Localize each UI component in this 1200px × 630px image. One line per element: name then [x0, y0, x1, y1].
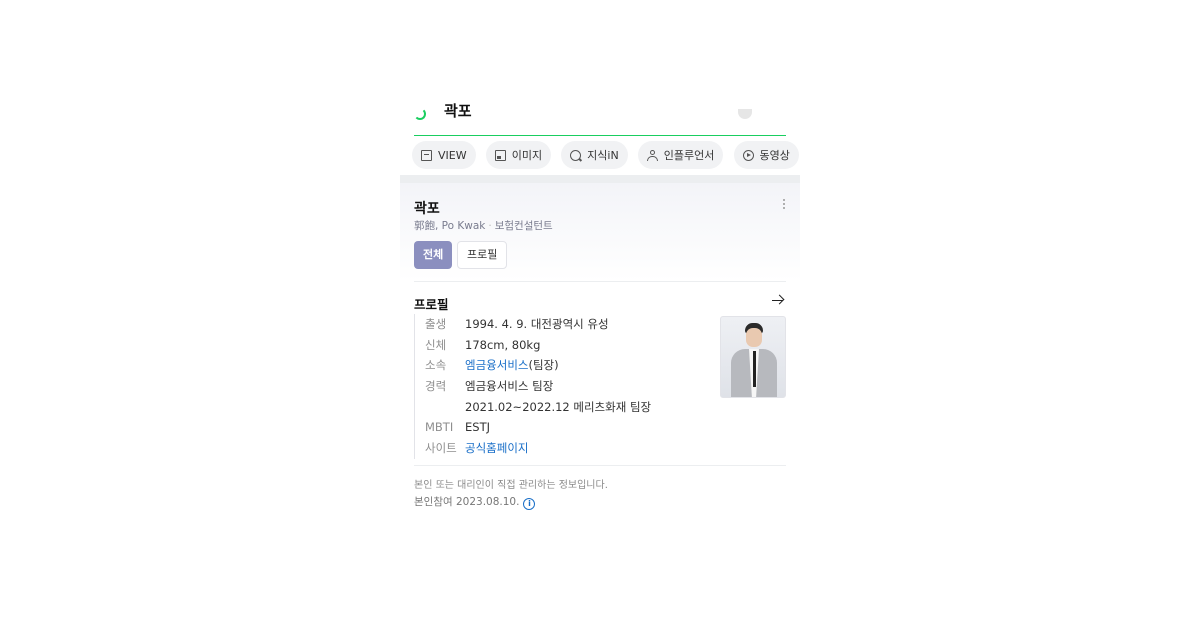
section-separator	[400, 175, 800, 183]
info-row-birth: 출생 1994. 4. 9. 대전광역시 유성	[425, 317, 609, 331]
play-icon	[742, 149, 754, 161]
person-subtitle: 郭飽, Po Kwak · 보험컨설턴트	[414, 220, 553, 232]
tab-influencer[interactable]: 인플루언서	[637, 141, 724, 169]
footer-date: 본인참여 2023.08.10. i	[414, 494, 536, 510]
arrow-right-icon[interactable]	[772, 294, 784, 306]
divider	[414, 465, 786, 466]
chip-profile[interactable]: 프로필	[457, 241, 508, 269]
profile-section-title: 프로필	[414, 297, 449, 312]
divider	[414, 281, 786, 282]
profile-photo[interactable]	[720, 316, 786, 398]
tab-video[interactable]: 동영상	[733, 141, 799, 169]
official-site-link[interactable]: 공식홈페이지	[465, 441, 528, 455]
more-options-icon[interactable]	[783, 199, 786, 211]
person-occupation: 보험컨설턴트	[494, 220, 553, 232]
info-row-mbti: MBTI ESTJ	[425, 420, 490, 435]
document-icon	[421, 149, 432, 161]
search-query[interactable]: 곽포	[444, 102, 472, 120]
footer-note: 본인 또는 대리인이 직접 관리하는 정보입니다.	[414, 480, 608, 491]
info-row-career-2: 2021.02~2022.12 메리츠화재 팀장	[465, 399, 652, 414]
affiliation-link[interactable]: 엠금융서비스	[465, 358, 528, 372]
clear-icon[interactable]	[738, 109, 752, 119]
info-row-body: 신체 178cm, 80kg	[425, 337, 541, 352]
tab-image[interactable]: 이미지	[485, 141, 552, 169]
info-icon[interactable]: i	[523, 498, 536, 510]
search-logo-icon	[414, 108, 426, 120]
search-result-card: 곽포 VIEW 이미지 지식iN 인플루언서 동영상 곽포 郭飽, Po Kwa…	[400, 100, 800, 520]
search-bar[interactable]: 곽포	[414, 100, 786, 136]
question-icon	[570, 149, 582, 161]
info-row-career: 경력 엠금융서비스 팀장	[425, 379, 554, 394]
image-icon	[494, 149, 506, 161]
search-tabs: VIEW 이미지 지식iN 인플루언서 동영상	[412, 141, 800, 169]
chip-all[interactable]: 전체	[414, 241, 453, 269]
info-row-site: 사이트 공식홈페이지	[425, 441, 529, 456]
person-icon	[646, 149, 658, 161]
tab-view[interactable]: VIEW	[412, 141, 476, 169]
info-row-affiliation: 소속 엠금융서비스(팀장)	[425, 358, 559, 373]
profile-header: 곽포 郭飽, Po Kwak · 보험컨설턴트 전체 프로필	[400, 183, 800, 281]
profile-info-list: 출생 1994. 4. 9. 대전광역시 유성 신체 178cm, 80kg 소속 엠…	[414, 314, 705, 459]
person-alias: 郭飽, Po Kwak	[414, 220, 486, 232]
person-name: 곽포	[414, 201, 440, 217]
tab-kin[interactable]: 지식iN	[561, 141, 628, 169]
